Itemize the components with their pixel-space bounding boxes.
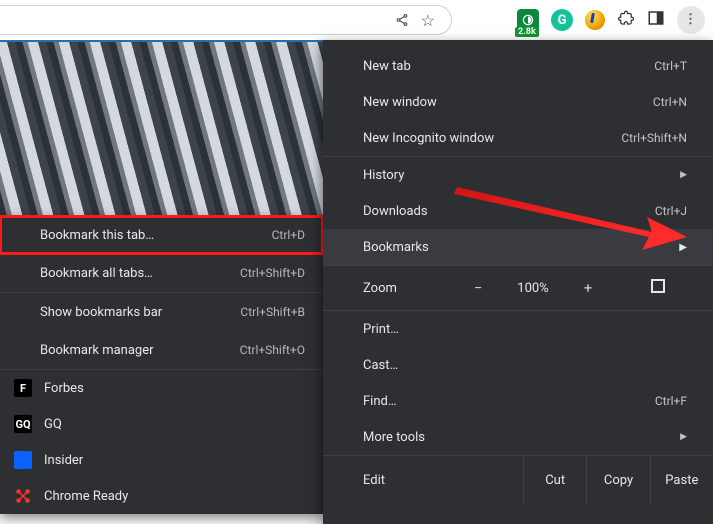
menu-item-label: Cast… — [363, 358, 398, 373]
menu-item-label: Bookmark manager — [40, 343, 154, 358]
extension-icon-1[interactable]: 2.8k — [517, 9, 539, 31]
menu-item-find[interactable]: Find… Ctrl+F — [323, 383, 713, 419]
menu-item-label: New tab — [363, 59, 411, 74]
bookmark-star-icon[interactable]: ☆ — [421, 11, 435, 30]
bookmark-item-insider[interactable]: Insider — [0, 442, 323, 478]
menu-item-downloads[interactable]: Downloads Ctrl+J — [323, 193, 713, 229]
edit-copy-button[interactable]: Copy — [586, 456, 649, 504]
extension-badge: 2.8k — [515, 27, 539, 37]
bookmark-item-forbes[interactable]: F Forbes — [0, 370, 323, 406]
side-panel-icon[interactable] — [647, 9, 665, 31]
menu-item-label: Downloads — [363, 204, 428, 219]
bookmark-label: Forbes — [44, 381, 84, 396]
menu-item-shortcut: Ctrl+J — [655, 204, 687, 218]
menu-item-shortcut: Ctrl+Shift+N — [621, 131, 687, 145]
menu-item-shortcut: Ctrl+Shift+B — [240, 305, 305, 319]
menu-item-label: Show bookmarks bar — [40, 305, 162, 320]
favicon-insider — [14, 451, 32, 469]
favicon-forbes: F — [14, 379, 32, 397]
extension-icon-3[interactable] — [585, 10, 605, 30]
edit-cut-button[interactable]: Cut — [523, 456, 586, 504]
menu-item-history[interactable]: History ▶ — [323, 157, 713, 193]
menu-item-shortcut: Ctrl+D — [272, 228, 305, 242]
menu-item-cast[interactable]: Cast… — [323, 347, 713, 383]
menu-item-zoom: Zoom − 100% + — [323, 266, 713, 310]
fullscreen-button[interactable] — [613, 279, 713, 297]
bookmarks-submenu: Bookmark this tab… Ctrl+D Bookmark all t… — [0, 216, 323, 514]
menu-item-bookmark-manager[interactable]: Bookmark manager Ctrl+Shift+O — [0, 331, 323, 369]
menu-item-new-tab[interactable]: New tab Ctrl+T — [323, 48, 713, 84]
menu-item-shortcut: Ctrl+F — [655, 394, 687, 408]
zoom-label: Zoom — [323, 281, 453, 296]
favicon-chrome-ready — [14, 487, 32, 505]
edit-paste-button[interactable]: Paste — [650, 456, 713, 504]
menu-item-label: Bookmark this tab… — [40, 228, 154, 243]
bookmark-label: Insider — [44, 453, 83, 468]
chrome-main-menu: New tab Ctrl+T New window Ctrl+N New Inc… — [323, 40, 713, 524]
browser-toolbar: ☆ 2.8k G ⋮ — [0, 0, 713, 40]
menu-item-incognito[interactable]: New Incognito window Ctrl+Shift+N — [323, 120, 713, 156]
submenu-arrow-icon: ▶ — [680, 432, 687, 442]
menu-item-print[interactable]: Print… — [323, 311, 713, 347]
menu-item-label: New window — [363, 95, 437, 110]
menu-item-more-tools[interactable]: More tools ▶ — [323, 419, 713, 455]
menu-item-label: History — [363, 168, 404, 183]
chrome-menu-button[interactable]: ⋮ — [677, 6, 705, 34]
bookmark-label: GQ — [44, 417, 62, 432]
edit-label: Edit — [323, 473, 523, 488]
menu-item-bookmark-all-tabs[interactable]: Bookmark all tabs… Ctrl+Shift+D — [0, 254, 323, 292]
menu-item-label: Bookmarks — [363, 240, 429, 255]
bookmark-label: Chrome Ready — [44, 489, 128, 504]
submenu-arrow-icon: ▶ — [680, 170, 687, 180]
menu-item-label: Print… — [363, 322, 399, 337]
fullscreen-icon — [651, 279, 665, 293]
bookmark-item-chrome-ready[interactable]: Chrome Ready — [0, 478, 323, 514]
page-content-background — [0, 42, 323, 217]
favicon-gq: GQ — [14, 415, 32, 433]
menu-item-shortcut: Ctrl+Shift+O — [240, 343, 305, 357]
share-icon[interactable] — [395, 13, 409, 27]
menu-item-edit: Edit Cut Copy Paste — [323, 456, 713, 504]
menu-item-show-bookmarks-bar[interactable]: Show bookmarks bar Ctrl+Shift+B — [0, 293, 323, 331]
menu-item-bookmarks[interactable]: Bookmarks ▶ — [323, 229, 713, 265]
zoom-level: 100% — [503, 281, 563, 296]
menu-item-new-window[interactable]: New window Ctrl+N — [323, 84, 713, 120]
zoom-in-button[interactable]: + — [563, 279, 613, 297]
menu-item-label: Find… — [363, 394, 397, 409]
extensions-puzzle-icon[interactable] — [617, 9, 635, 31]
omnibox[interactable]: ☆ — [0, 5, 452, 35]
menu-item-label: More tools — [363, 430, 425, 445]
extension-grammarly-icon[interactable]: G — [551, 9, 573, 31]
zoom-out-button[interactable]: − — [453, 279, 503, 297]
menu-item-label: New Incognito window — [363, 131, 494, 146]
submenu-arrow-icon: ▶ — [679, 242, 687, 253]
menu-item-label: Bookmark all tabs… — [40, 266, 153, 281]
menu-item-shortcut: Ctrl+Shift+D — [240, 266, 305, 280]
menu-item-bookmark-this-tab[interactable]: Bookmark this tab… Ctrl+D — [0, 216, 323, 254]
menu-item-shortcut: Ctrl+T — [654, 59, 687, 73]
menu-item-shortcut: Ctrl+N — [653, 95, 687, 109]
bookmark-item-gq[interactable]: GQ GQ — [0, 406, 323, 442]
